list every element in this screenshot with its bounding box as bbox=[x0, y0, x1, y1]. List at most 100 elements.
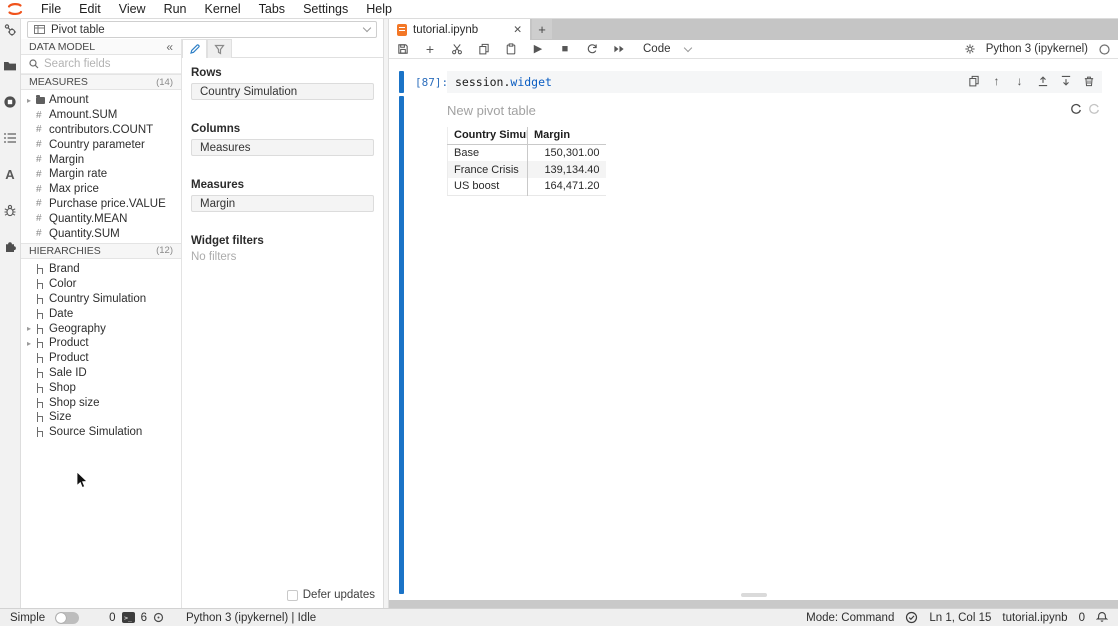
paste-cells-button[interactable] bbox=[504, 42, 518, 56]
measure-item[interactable]: Quantity.MEAN bbox=[21, 211, 181, 226]
hierarchy-item[interactable]: ▸Product bbox=[21, 336, 181, 351]
move-cell-down-button[interactable]: ↓ bbox=[1012, 73, 1027, 88]
cell-type-select[interactable]: Code bbox=[643, 43, 691, 55]
tab-edit[interactable] bbox=[182, 39, 207, 58]
hierarchy-item[interactable]: Shop bbox=[21, 380, 181, 395]
column-header[interactable]: Country Simulation bbox=[448, 127, 528, 144]
puzzle-icon[interactable] bbox=[3, 239, 17, 253]
measure-item[interactable]: Amount.SUM bbox=[21, 108, 181, 123]
hierarchy-item[interactable]: Product bbox=[21, 351, 181, 366]
hierarchy-item[interactable]: Date bbox=[21, 306, 181, 321]
defer-updates-checkbox[interactable] bbox=[287, 590, 298, 601]
menu-tabs[interactable]: Tabs bbox=[250, 0, 294, 18]
measures-field[interactable]: Margin bbox=[191, 195, 374, 212]
horizontal-scrollbar[interactable] bbox=[741, 593, 767, 597]
move-cell-up-button[interactable]: ↑ bbox=[989, 73, 1004, 88]
hierarchy-item[interactable]: Brand bbox=[21, 262, 181, 277]
hash-icon bbox=[36, 198, 49, 209]
menu-help[interactable]: Help bbox=[357, 0, 401, 18]
running-sessions[interactable]: 0 >_ 6 bbox=[109, 612, 164, 624]
widget-type-select[interactable]: Pivot table bbox=[27, 21, 377, 38]
simple-mode-toggle[interactable] bbox=[55, 612, 79, 624]
column-header[interactable]: Margin bbox=[528, 127, 606, 144]
input-collapser[interactable] bbox=[399, 71, 404, 93]
new-tab-button[interactable]: + bbox=[532, 19, 552, 39]
letter-a-icon[interactable]: A bbox=[3, 167, 17, 181]
menu-kernel[interactable]: Kernel bbox=[196, 0, 250, 18]
hierarchy-label: Brand bbox=[49, 263, 80, 275]
filter-icon bbox=[214, 44, 225, 55]
folder-icon[interactable] bbox=[3, 59, 17, 73]
hierarchies-header[interactable]: HIERARCHIES (12) bbox=[21, 243, 181, 259]
rows-field[interactable]: Country Simulation bbox=[191, 83, 374, 100]
hierarchy-item[interactable]: Country Simulation bbox=[21, 292, 181, 307]
terminals-count: 0 bbox=[109, 612, 115, 624]
menu-view[interactable]: View bbox=[110, 0, 155, 18]
restart-kernel-button[interactable] bbox=[585, 42, 599, 56]
tab-filters[interactable] bbox=[207, 39, 232, 58]
output-collapser[interactable] bbox=[399, 96, 404, 594]
tab-tutorial-ipynb[interactable]: tutorial.ipynb ✕ bbox=[389, 19, 530, 40]
cell-type-value: Code bbox=[643, 43, 671, 55]
caret-right-icon[interactable]: ▸ bbox=[27, 96, 36, 105]
delete-cell-button[interactable] bbox=[1081, 73, 1096, 88]
gear-nodes-icon[interactable] bbox=[3, 23, 17, 37]
table-row[interactable]: Base 150,301.00 bbox=[448, 144, 606, 161]
measure-item[interactable]: Max price bbox=[21, 182, 181, 197]
columns-field[interactable]: Measures bbox=[191, 139, 374, 156]
menu-edit[interactable]: Edit bbox=[70, 0, 110, 18]
kernel-gear-icon[interactable] bbox=[963, 42, 977, 56]
duplicate-cell-button[interactable] bbox=[966, 73, 981, 88]
stop-kernel-button[interactable]: ■ bbox=[558, 42, 572, 56]
run-cell-button[interactable]: ▶ bbox=[531, 42, 545, 56]
insert-cell-button[interactable]: + bbox=[423, 42, 437, 56]
measure-item[interactable]: Margin rate bbox=[21, 167, 181, 182]
measure-item[interactable]: Margin bbox=[21, 152, 181, 167]
menu-run[interactable]: Run bbox=[155, 0, 196, 18]
measure-item[interactable]: ▸ Amount bbox=[21, 93, 181, 108]
measure-item[interactable]: Quantity.SUM bbox=[21, 226, 181, 241]
stop-circle-icon[interactable] bbox=[3, 95, 17, 109]
restart-run-all-button[interactable] bbox=[612, 42, 626, 56]
measure-item[interactable]: contributors.COUNT bbox=[21, 123, 181, 138]
insert-cell-above-button[interactable] bbox=[1035, 73, 1050, 88]
insert-cell-below-button[interactable] bbox=[1058, 73, 1073, 88]
caret-right-icon[interactable]: ▸ bbox=[27, 324, 36, 333]
measure-item[interactable]: Country parameter bbox=[21, 137, 181, 152]
hierarchy-item[interactable]: Color bbox=[21, 277, 181, 292]
measures-header[interactable]: MEASURES (14) bbox=[21, 74, 181, 90]
hierarchy-item[interactable]: ▸Geography bbox=[21, 321, 181, 336]
kernel-status-text[interactable]: Python 3 (ipykernel) | Idle bbox=[186, 612, 316, 624]
active-file-name[interactable]: tutorial.ipynb bbox=[1002, 612, 1067, 624]
caret-right-icon[interactable]: ▸ bbox=[27, 339, 36, 348]
refresh-icon[interactable] bbox=[1070, 103, 1082, 115]
menu-settings[interactable]: Settings bbox=[294, 0, 357, 18]
kernel-sessions-icon bbox=[153, 612, 164, 623]
bell-icon[interactable] bbox=[1096, 611, 1108, 624]
hierarchy-item[interactable]: Source Simulation bbox=[21, 425, 181, 440]
close-icon[interactable]: ✕ bbox=[513, 24, 522, 36]
pivot-table[interactable]: Country Simulation Margin Base 150,301.0… bbox=[447, 127, 606, 196]
list-icon[interactable] bbox=[3, 131, 17, 145]
bug-icon[interactable] bbox=[3, 203, 17, 217]
measure-item[interactable]: Purchase price.VALUE bbox=[21, 197, 181, 212]
measure-label: Purchase price.VALUE bbox=[49, 198, 166, 210]
refresh-secondary-icon[interactable] bbox=[1088, 103, 1100, 115]
kernel-name[interactable]: Python 3 (ipykernel) bbox=[986, 43, 1088, 55]
cursor-position[interactable]: Ln 1, Col 15 bbox=[929, 612, 991, 624]
hierarchy-item[interactable]: Shop size bbox=[21, 395, 181, 410]
copy-cells-button[interactable] bbox=[477, 42, 491, 56]
search-fields-box[interactable]: Search fields bbox=[21, 55, 181, 74]
command-mode-indicator[interactable]: Mode: Command bbox=[806, 612, 894, 624]
table-row[interactable]: France Crisis 139,134.40 bbox=[448, 161, 606, 178]
main-area: A Pivot table DATA MODEL bbox=[0, 19, 1118, 608]
row-label: France Crisis bbox=[448, 161, 528, 178]
collapse-panel-icon[interactable]: « bbox=[166, 40, 173, 54]
table-row[interactable]: US boost 164,471.20 bbox=[448, 178, 606, 195]
widget-title[interactable]: New pivot table bbox=[447, 103, 1070, 118]
hierarchy-item[interactable]: Size bbox=[21, 410, 181, 425]
hierarchy-item[interactable]: Sale ID bbox=[21, 366, 181, 381]
menu-file[interactable]: File bbox=[32, 0, 70, 18]
cut-cells-button[interactable] bbox=[450, 42, 464, 56]
save-button[interactable] bbox=[396, 42, 410, 56]
